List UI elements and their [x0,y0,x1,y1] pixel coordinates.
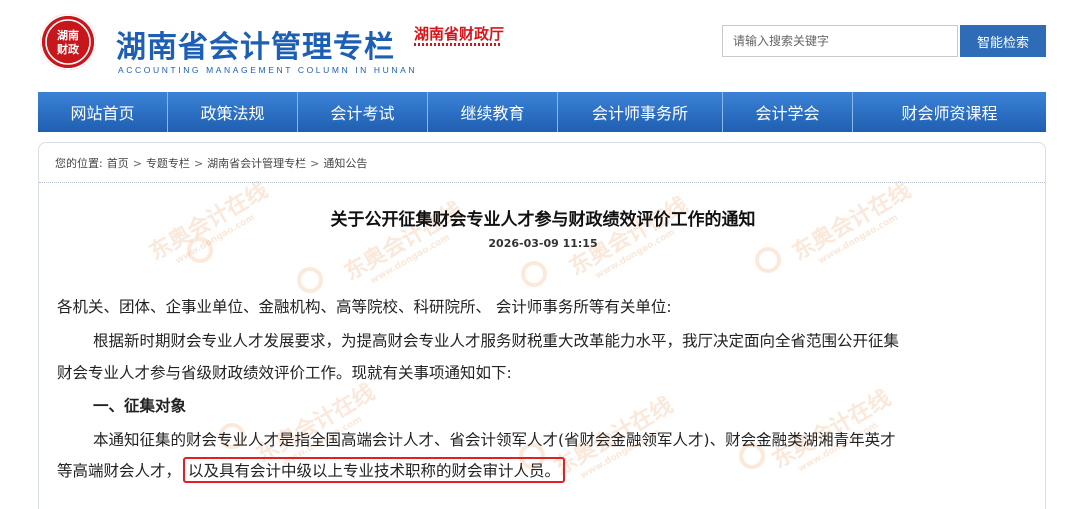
finance-department-logo-underline [414,43,502,46]
breadcrumb-separator: > [310,156,320,170]
nav-item-policies[interactable]: 政策法规 [168,92,298,132]
svg-text:财政: 财政 [56,42,80,56]
nav-item-cpa-firms[interactable]: 会计师事务所 [558,92,723,132]
smart-search-button[interactable]: 智能检索 [960,25,1046,57]
breadcrumb-prefix: 您的位置: [55,157,103,170]
highlighted-text: 以及具有会计中级以上专业技术职称的财会审计人员。 [183,457,566,483]
nav-item-continuing-education[interactable]: 继续教育 [428,92,558,132]
article-text-fragment: 等高端财会人才， [57,462,182,480]
watermark-logo-icon [297,267,323,293]
article-salutation: 各机关、团体、企事业单位、金融机构、高等院校、科研院所、 会计师事务所等有关单位… [57,298,672,316]
site-header: 湖南 财政 湖南省会计管理专栏 ACCOUNTING MANAGEMENT CO… [0,0,1080,84]
site-subtitle: ACCOUNTING MANAGEMENT COLUMN IN HUNAN [118,65,418,75]
breadcrumb-separator: > [193,156,204,170]
article-paragraph-line: 根据新时期财会专业人才发展要求，为提高财会专业人才服务财税重大改革能力水平，我厅… [93,332,900,350]
breadcrumb: 您的位置: 首页 > 专题专栏 > 湖南省会计管理专栏 > 通知公告 [55,155,367,171]
finance-department-logo[interactable]: 湖南省财政厅 [414,23,504,44]
breadcrumb-link-notices[interactable]: 通知公告 [323,155,367,171]
watermark-logo-icon [521,261,547,287]
breadcrumb-separator: > [132,156,142,170]
main-nav: 网站首页 政策法规 会计考试 继续教育 会计师事务所 会计学会 财会师资课程 [38,92,1046,132]
svg-text:湖南: 湖南 [57,28,79,42]
article-paragraph-line: 财会专业人才参与省级财政绩效评价工作。现就有关事项通知如下: [57,364,512,382]
nav-item-accounting-society[interactable]: 会计学会 [723,92,853,132]
breadcrumb-link-home[interactable]: 首页 [107,155,129,171]
article-date: 2026-03-09 11:15 [488,237,598,250]
article-paragraph-line: 本通知征集的财会专业人才是指全国高端会计人才、省会计领军人才(省财会金融领军人才… [93,431,896,449]
article-title: 关于公开征集财会专业人才参与财政绩效评价工作的通知 [330,210,756,230]
nav-item-accounting-exam[interactable]: 会计考试 [298,92,428,132]
section-heading: 一、征集对象 [93,397,187,415]
search-input[interactable] [722,25,958,57]
nav-item-home[interactable]: 网站首页 [38,92,168,132]
hunan-finance-seal-logo[interactable]: 湖南 财政 [40,14,96,70]
breadcrumb-link-special-topics[interactable]: 专题专栏 [146,155,190,171]
seal-icon: 湖南 财政 [42,16,94,68]
content-panel: 东奥会计在线 www.dongao.com 东奥会计在线 www.dongao.co… [38,142,1046,509]
nav-item-faculty-courses[interactable]: 财会师资课程 [853,92,1046,132]
watermark-logo-icon [755,247,781,273]
breadcrumb-link-accounting-column[interactable]: 湖南省会计管理专栏 [207,155,306,171]
article-paragraph-line: 等高端财会人才， 以及具有会计中级以上专业技术职称的财会审计人员。 [57,457,566,483]
breadcrumb-divider [39,182,1045,183]
site-title[interactable]: 湖南省会计管理专栏 [116,22,395,66]
